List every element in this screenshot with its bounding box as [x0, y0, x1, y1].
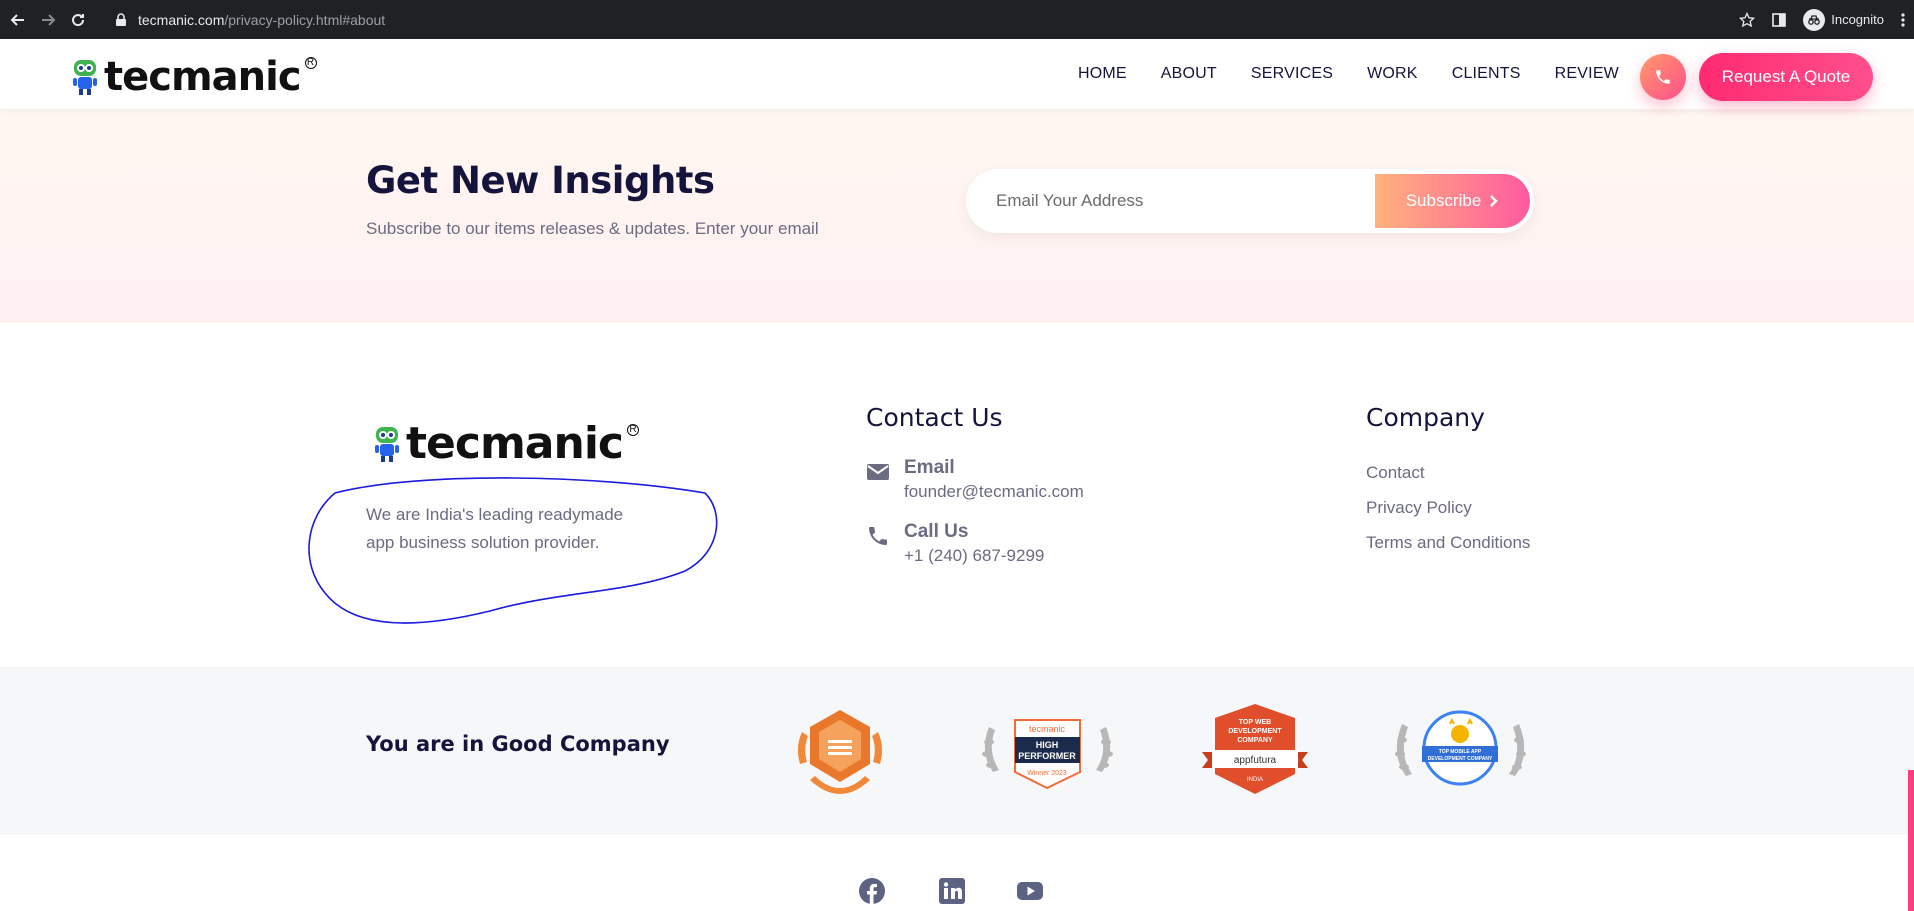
envelope-icon: [867, 464, 889, 480]
address-bar[interactable]: tecmanic.com/privacy-policy.html#about: [102, 6, 1778, 33]
side-panel-icon[interactable]: [1771, 12, 1787, 28]
incognito-indicator[interactable]: Incognito: [1803, 8, 1884, 31]
phone-icon: [869, 527, 887, 545]
logo-text: tecmanic: [406, 418, 624, 469]
email-label: Email: [904, 457, 955, 478]
site-header: tecmanic R HOME ABOUT SERVICES WORK CLIE…: [0, 39, 1914, 109]
request-quote-button[interactable]: Request A Quote: [1699, 53, 1873, 101]
footer-logo[interactable]: tecmanic R: [372, 418, 639, 469]
badge-country: INDIA: [1247, 777, 1263, 783]
reload-icon[interactable]: [66, 8, 90, 32]
subscribe-label: Subscribe: [1405, 191, 1482, 210]
youtube-icon[interactable]: [1016, 877, 1044, 905]
facebook-icon[interactable]: [858, 877, 886, 905]
scroll-accent-bar: [1908, 770, 1914, 911]
menu-kebab-icon[interactable]: [1900, 12, 1906, 28]
badge-line1: TOP WEB: [1239, 719, 1271, 726]
contact-us-title: Contact Us: [866, 403, 1003, 432]
contact-email[interactable]: Email founder@tecmanic.com: [866, 457, 1084, 502]
badge-brand: appfutura: [1234, 755, 1277, 766]
nav-about[interactable]: ABOUT: [1161, 65, 1217, 83]
nav-home[interactable]: HOME: [1078, 65, 1127, 83]
url-path: /privacy-policy.html#about: [224, 11, 386, 28]
bookmark-star-icon[interactable]: [1739, 11, 1756, 28]
high-performer-badge: tecmanic HIGH PERFORMER Winner 2023: [982, 719, 1113, 790]
email-input[interactable]: [996, 169, 1326, 233]
back-icon[interactable]: [6, 8, 30, 32]
header-logo[interactable]: tecmanic R: [70, 54, 317, 100]
badge-line1: TOP MOBILE APP: [1439, 749, 1482, 755]
insights-subtitle: Subscribe to our items releases & update…: [366, 219, 819, 238]
nav-clients[interactable]: CLIENTS: [1452, 65, 1521, 83]
main-nav: HOME ABOUT SERVICES WORK CLIENTS REVIEW: [1078, 39, 1619, 109]
insights-title: Get New Insights: [366, 159, 715, 202]
social-links: [0, 835, 1914, 911]
badge-line2: DEVELOPMENT COMPANY: [1428, 756, 1493, 762]
badge-line3: COMPANY: [1237, 737, 1273, 744]
badge-year: Winner 2023: [1027, 770, 1067, 777]
top-mobile-app-badge: TOP MOBILE APP DEVELOPMENT COMPANY: [1395, 710, 1526, 786]
forward-icon[interactable]: [36, 8, 60, 32]
nav-review[interactable]: REVIEW: [1555, 65, 1619, 83]
call-label: Call Us: [904, 521, 969, 542]
newsletter-section: Get New Insights Subscribe to our items …: [0, 109, 1914, 323]
subscribe-form: Subscribe: [966, 169, 1534, 233]
good-company-section: You are in Good Company tecmanic HIGH PE…: [0, 667, 1914, 835]
link-terms-and-conditions[interactable]: Terms and Conditions: [1366, 533, 1530, 553]
badge-line2: PERFORMER: [1018, 751, 1076, 761]
url-host: tecmanic.com: [138, 11, 225, 28]
registered-mark: R: [626, 423, 639, 436]
hexagon-award-badge: [797, 710, 883, 794]
hand-drawn-circle-annotation: [308, 477, 718, 624]
subscribe-button[interactable]: Subscribe: [1375, 174, 1530, 228]
link-contact[interactable]: Contact: [1366, 463, 1425, 483]
badge-line1: HIGH: [1036, 740, 1059, 750]
phone-icon: [1656, 70, 1670, 84]
company-title: Company: [1366, 403, 1485, 432]
robot-mascot-icon: [73, 60, 97, 95]
badge-line2: DEVELOPMENT: [1228, 728, 1282, 735]
footer-info: tecmanic R We are India's leading readym…: [0, 323, 1914, 667]
incognito-icon: [1803, 8, 1826, 31]
contact-phone[interactable]: Call Us +1 (240) 687-9299: [866, 521, 1044, 566]
incognito-label: Incognito: [1831, 12, 1884, 27]
robot-mascot-icon: [375, 426, 399, 462]
good-company-title: You are in Good Company: [366, 732, 670, 756]
nav-work[interactable]: WORK: [1367, 65, 1418, 83]
lock-icon: [116, 12, 126, 26]
email-value[interactable]: founder@tecmanic.com: [904, 482, 1084, 502]
appfutura-badge: TOP WEB DEVELOPMENT COMPANY appfutura IN…: [1202, 704, 1308, 794]
badge-brand: tecmanic: [1029, 724, 1066, 734]
registered-mark: R: [304, 57, 317, 69]
linkedin-icon[interactable]: [938, 877, 966, 905]
chevron-right-icon: [1490, 195, 1498, 207]
nav-services[interactable]: SERVICES: [1251, 65, 1333, 83]
call-value[interactable]: +1 (240) 687-9299: [904, 546, 1044, 566]
link-privacy-policy[interactable]: Privacy Policy: [1366, 498, 1472, 518]
phone-button[interactable]: [1640, 54, 1686, 100]
browser-toolbar: tecmanic.com/privacy-policy.html#about I…: [0, 0, 1914, 39]
logo-text: tecmanic: [104, 54, 302, 100]
